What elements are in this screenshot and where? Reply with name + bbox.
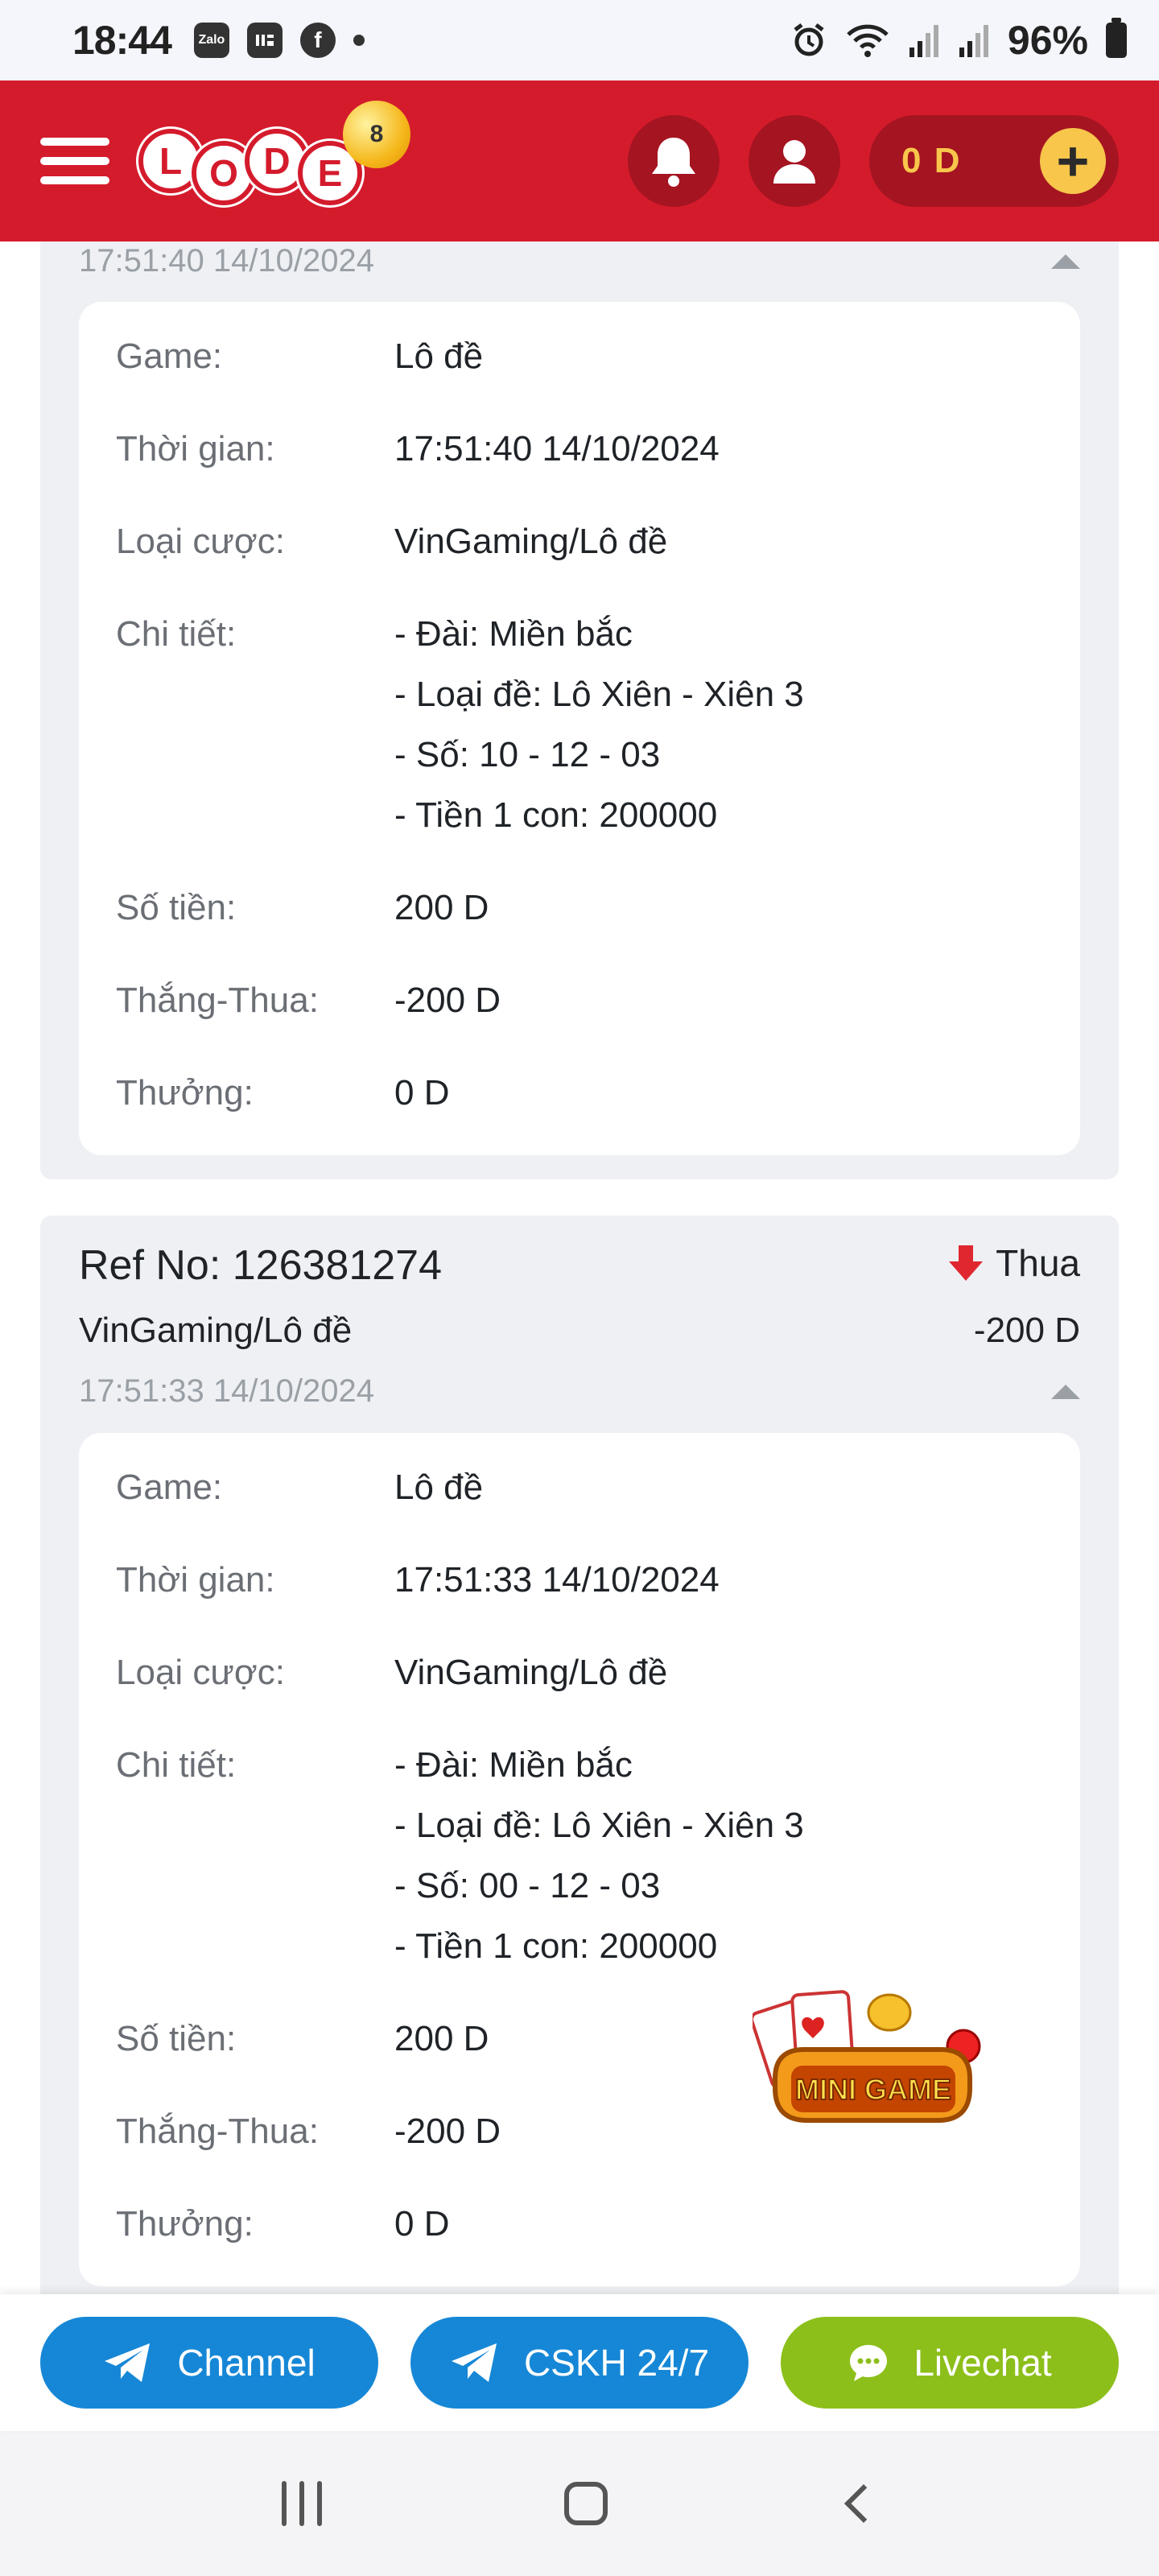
recent-apps-icon[interactable]	[282, 2481, 323, 2526]
status-bar: 18:44 Zalo f 96%	[0, 0, 1159, 80]
detail-label: Chi tiết:	[116, 614, 237, 654]
detail-label: Loại cược:	[116, 522, 285, 561]
balance-amount: 0 D	[901, 141, 962, 180]
notification-icons: Zalo f	[193, 23, 365, 58]
detail-label: Thắng-Thua:	[116, 980, 319, 1020]
result-status: Thua	[947, 1241, 1080, 1285]
detail-label: Game:	[116, 336, 223, 376]
detail-row-stake: Số tiền: 200 D	[116, 877, 1043, 938]
livechat-button[interactable]: Livechat	[781, 2317, 1119, 2409]
status-time: 18:44	[72, 18, 172, 63]
detail-row-details: Chi tiết: - Đài: Miền bắc - Loại đề: Lô …	[116, 1735, 1043, 1976]
battery-percent: 96%	[1007, 18, 1088, 63]
down-arrow-icon	[949, 1245, 984, 1281]
detail-line: - Tiền 1 con: 200000	[394, 795, 718, 835]
bell-icon	[652, 138, 695, 187]
notification-bell-button[interactable]	[628, 115, 720, 207]
detail-label: Thời gian:	[116, 1560, 275, 1600]
telegram-icon	[451, 2343, 497, 2382]
messenger-icon	[246, 23, 283, 58]
detail-line: - Đài: Miền bắc	[394, 614, 633, 654]
detail-row-time: Thời gian: 17:51:33 14/10/2024	[116, 1550, 1043, 1610]
detail-value: -200 D	[394, 980, 501, 1020]
detail-line: - Tiền 1 con: 200000	[394, 1926, 718, 1966]
bottom-action-bar: Channel CSKH 24/7 Livechat	[0, 2294, 1159, 2431]
bet-type: VinGaming/Lô đề	[79, 1311, 353, 1350]
system-navigation-bar	[0, 2431, 1159, 2576]
channel-button[interactable]: Channel	[40, 2317, 378, 2409]
account-button[interactable]	[749, 115, 840, 207]
livechat-label: Livechat	[914, 2342, 1052, 2384]
detail-value: 200 D	[394, 888, 489, 927]
detail-label: Số tiền:	[116, 2019, 237, 2058]
detail-row-bet-type: Loại cược: VinGaming/Lô đề	[116, 1642, 1043, 1703]
transaction-timestamp: 17:51:40 14/10/2024	[79, 243, 375, 279]
detail-value: VinGaming/Lô đề	[394, 1653, 668, 1692]
detail-label: Thưởng:	[116, 2204, 254, 2244]
chat-bubble-icon	[850, 2345, 888, 2381]
detail-label: Số tiền:	[116, 888, 237, 927]
detail-label: Thưởng:	[116, 1073, 254, 1113]
transaction-history[interactable]: 17:51:40 14/10/2024 Game: Lô đề Thời gian…	[0, 242, 1159, 2294]
collapse-caret-icon[interactable]	[1051, 1384, 1080, 1399]
back-icon[interactable]	[843, 2483, 883, 2524]
detail-value: Lô đề	[394, 336, 484, 376]
customer-support-label: CSKH 24/7	[523, 2342, 710, 2384]
telegram-icon	[105, 2343, 151, 2382]
collapse-caret-icon[interactable]	[1051, 254, 1080, 269]
detail-row-details: Chi tiết: - Đài: Miền bắc - Loại đề: Lô …	[116, 604, 1043, 845]
detail-row-reward: Thưởng: 0 D	[116, 1063, 1043, 1123]
system-icons: 96%	[790, 17, 1127, 64]
channel-label: Channel	[177, 2342, 316, 2384]
balance-pill[interactable]: 0 D +	[869, 115, 1119, 207]
detail-label: Thắng-Thua:	[116, 2112, 319, 2151]
detail-label: Thời gian:	[116, 429, 275, 469]
alarm-icon	[794, 23, 824, 56]
customer-support-button[interactable]: CSKH 24/7	[410, 2317, 749, 2409]
detail-label: Game:	[116, 1468, 223, 1507]
transaction-card: 17:51:40 14/10/2024 Game: Lô đề Thời gian…	[40, 242, 1119, 1179]
detail-value: 0 D	[394, 1073, 450, 1113]
battery-icon	[1106, 18, 1127, 58]
detail-label: Chi tiết:	[116, 1745, 237, 1785]
transaction-detail-panel: Game: Lô đề Thời gian: 17:51:40 14/10/2024…	[79, 302, 1080, 1155]
home-icon[interactable]	[563, 2482, 608, 2525]
deposit-plus-button[interactable]: +	[1040, 128, 1106, 194]
facebook-icon: f	[299, 23, 336, 58]
detail-line: - Số: 10 - 12 - 03	[394, 735, 661, 774]
transaction-detail-panel: Game: Lô đề Thời gian: 17:51:33 14/10/2024…	[79, 1433, 1080, 2286]
detail-row-bet-type: Loại cược: VinGaming/Lô đề	[116, 511, 1043, 572]
ref-number: Ref No: 126381274	[79, 1242, 443, 1289]
detail-row-game: Game: Lô đề	[116, 1457, 1043, 1517]
mini-game-label: MINI GAME	[795, 2073, 951, 2106]
transaction-timestamp: 17:51:33 14/10/2024	[79, 1373, 375, 1409]
detail-line: - Đài: Miền bắc	[394, 1745, 633, 1785]
detail-line: - Loại đề: Lô Xiên - Xiên 3	[394, 1806, 804, 1845]
user-icon	[773, 140, 815, 184]
status-label: Thua	[996, 1242, 1080, 1284]
more-notifications-dot	[353, 35, 365, 46]
signal-icon-1	[909, 25, 938, 57]
signal-icon-2	[959, 25, 988, 57]
app-header: L O D E 8 0 D +	[0, 80, 1159, 242]
zalo-icon: Zalo	[193, 23, 229, 58]
mini-game-floating-button[interactable]: MINI GAME	[749, 1988, 1002, 2149]
detail-value: Lô đề	[394, 1468, 484, 1507]
detail-row-time: Thời gian: 17:51:40 14/10/2024	[116, 419, 1043, 479]
detail-value: VinGaming/Lô đề	[394, 522, 668, 561]
detail-row-reward: Thưởng: 0 D	[116, 2194, 1043, 2254]
detail-value: 17:51:33 14/10/2024	[394, 1560, 720, 1600]
lottery-ball-icon: 8	[343, 101, 410, 168]
detail-row-game: Game: Lô đề	[116, 326, 1043, 386]
wifi-icon	[847, 24, 889, 57]
lode-logo[interactable]: L O D E 8	[138, 101, 410, 221]
detail-value: 0 D	[394, 2204, 450, 2244]
detail-label: Loại cược:	[116, 1653, 285, 1692]
transaction-amount: -200 D	[973, 1311, 1080, 1350]
detail-line: - Số: 00 - 12 - 03	[394, 1866, 661, 1905]
menu-icon[interactable]	[40, 133, 109, 189]
detail-line: - Loại đề: Lô Xiên - Xiên 3	[394, 675, 804, 714]
detail-value: 17:51:40 14/10/2024	[394, 429, 720, 469]
detail-row-winloss: Thắng-Thua: -200 D	[116, 970, 1043, 1030]
